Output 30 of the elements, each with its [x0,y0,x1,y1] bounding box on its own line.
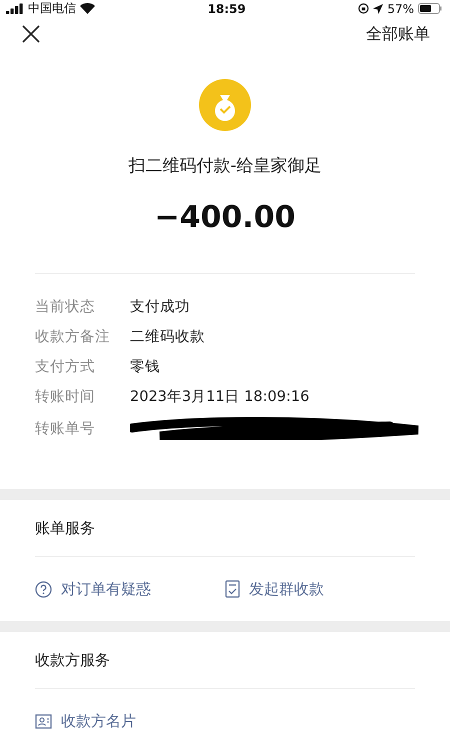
battery-percent: 57% [387,2,414,16]
service-link[interactable]: 发起群收款 [225,580,415,598]
section-title: 账单服务 [35,500,415,557]
detail-label: 当前状态 [35,298,96,316]
question-icon [35,580,52,598]
detail-label: 转账时间 [35,388,96,406]
detail-label: 收款方备注 [35,328,111,346]
signal-icon [6,3,24,14]
close-button[interactable] [22,25,40,44]
payment-amount: −400.00 [154,200,296,236]
detail-label: 转账单号 [35,420,96,438]
contact-card-icon [35,714,52,728]
wifi-icon [80,3,95,14]
detail-value: 2023年3月11日 18:09:16 [130,388,310,406]
detail-label: 支付方式 [35,358,96,376]
section-title: 收款方服务 [35,632,415,689]
detail-value: 支付成功 [130,298,191,316]
detail-value: 零钱 [130,358,161,376]
carrier-name: 中国电信 [28,0,76,18]
rotation-lock-icon [358,3,370,14]
clock-time: 18:59 [208,2,246,16]
detail-value: 二维码收款 [130,328,206,346]
checklist-icon [225,580,240,598]
location-icon [373,4,384,14]
payment-title: 扫二维码付款-给皇家御足 [128,155,322,178]
service-link[interactable]: 收款方名片 [35,712,235,730]
service-link[interactable]: 对订单有疑惑 [35,580,225,598]
all-bills-link[interactable]: 全部账单 [366,24,430,45]
money-bag-icon [199,79,251,132]
battery-icon [418,3,442,14]
